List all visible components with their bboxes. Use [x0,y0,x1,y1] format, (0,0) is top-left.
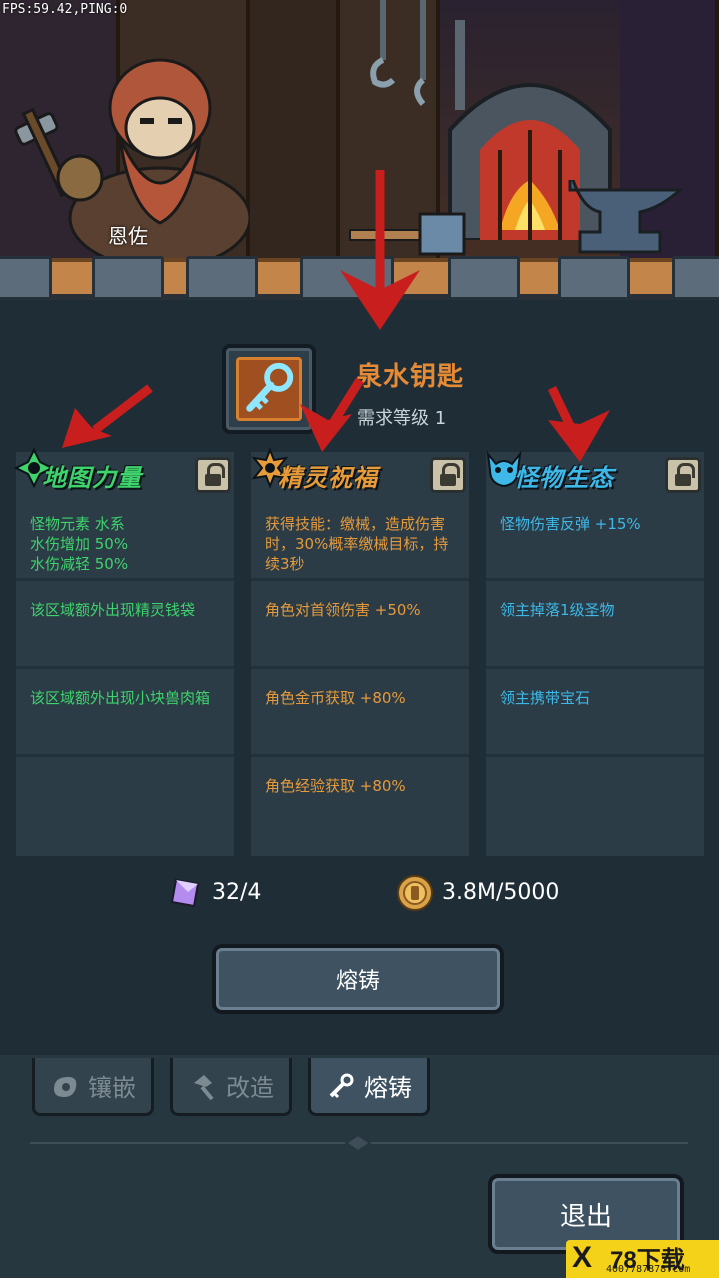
tab-label: 镶嵌 [88,1074,136,1102]
spirit-blessing-column: 获得技能：缴械，造成伤害时，30%概率缴械目标，持续3秒 角色对首领伤害 +50… [251,452,469,856]
npc-name: 恩佐 [108,224,148,248]
site-watermark: X 78下载 4007787878.com [566,1240,719,1278]
column-title: 怪物生态 [514,464,614,492]
ledge-block [558,256,630,300]
coin-count: 3.8M/5000 [442,880,560,905]
tab-label: 熔铸 [364,1074,412,1102]
divider [251,754,469,757]
divider [251,666,469,669]
ledge-block [300,256,394,300]
divider [16,578,234,581]
lock-icon[interactable] [665,457,701,493]
tab-forge[interactable]: 熔铸 [308,1058,430,1116]
divider [486,578,704,581]
divider [16,754,234,757]
tab-inlay[interactable]: 镶嵌 [32,1058,154,1116]
divider [486,754,704,757]
column-entry: 怪物伤害反弹 +15% [500,515,641,533]
anvil [568,180,684,254]
required-level: 需求等级 1 [357,408,447,429]
monster-ecology-column: 怪物伤害反弹 +15% 领主掉落1级圣物 领主携带宝石 [486,452,704,856]
column-entry: 领主掉落1级圣物 [500,601,615,619]
item-name: 泉水钥匙 [356,362,465,392]
item-frame [236,357,302,421]
stone-icon [54,1076,77,1097]
spring-key-icon [246,362,294,412]
gold-coin-icon [397,875,433,911]
gem-icon [170,878,200,908]
divider [16,666,234,669]
gem-count: 32/4 [212,880,262,905]
ledge-block [448,256,520,300]
tab-modify[interactable]: 改造 [170,1058,292,1116]
hammer-icon [194,1074,214,1100]
hammer-prop [349,212,466,256]
separator-ornament-icon [345,1134,371,1152]
divider [486,666,704,669]
map-power-column: 怪物元素 水系 水伤增加 50% 水伤减轻 50% 该区域额外出现精灵钱袋 该区… [16,452,234,856]
lock-icon[interactable] [430,457,466,493]
column-entry: 该区域额外出现精灵钱袋 [30,601,196,619]
watermark-url: 4007787878.com [606,1264,691,1275]
watermark-logo-icon: X [572,1241,593,1274]
column-entry: 角色经验获取 +80% [265,777,406,795]
forge-scene: 恩佐 FPS:59.42,PING:0 [0,0,719,300]
column-title: 地图力量 [42,464,142,492]
tab-label: 改造 [226,1074,274,1102]
column-entry: 怪物元素 水系 水伤增加 50% 水伤减轻 50% [30,515,129,573]
ledge-block [92,256,164,300]
column-title: 精灵祝福 [278,464,378,492]
ledge-block [186,256,258,300]
column-entry: 获得技能：缴械，造成伤害时，30%概率缴械目标，持续3秒 [265,515,449,573]
column-entry: 该区域额外出现小块兽肉箱 [30,689,211,707]
column-entry: 领主携带宝石 [500,689,591,707]
column-entry: 角色金币获取 +80% [265,689,406,707]
key-forge-icon [329,1073,354,1098]
forge-button[interactable]: 熔铸 [212,944,504,1014]
column-entry: 角色对首领伤害 +50% [265,601,421,619]
divider [251,578,469,581]
item-slot[interactable] [222,344,316,434]
ledge-block [672,256,719,300]
lock-icon[interactable] [195,457,231,493]
fps-counter: FPS:59.42,PING:0 [2,2,128,17]
ledge-block [0,256,52,300]
